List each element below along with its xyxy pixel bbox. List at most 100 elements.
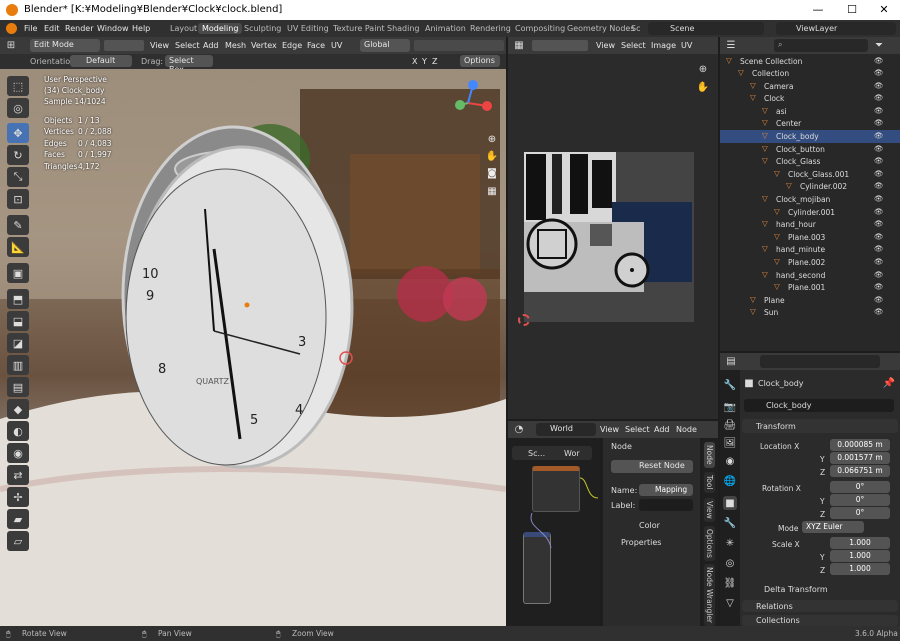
outliner-item[interactable]: ▽ Cylinder.001 👁 bbox=[720, 206, 900, 219]
outliner-item[interactable]: ▽ Clock_mojiban 👁 bbox=[720, 193, 900, 206]
constraints-tab-icon[interactable]: ⛓ bbox=[723, 576, 737, 590]
tab-sculpting[interactable]: Sculpting bbox=[240, 23, 285, 34]
outliner-item[interactable]: ▽ Plane 👁 bbox=[720, 294, 900, 307]
snapping-proportional-toggles[interactable] bbox=[414, 40, 504, 51]
scale-y-field[interactable]: 1.000 bbox=[830, 550, 890, 562]
transform-orientation-dropdown[interactable]: Global bbox=[360, 39, 410, 52]
outliner-item[interactable]: ▽ Clock_Glass 👁 bbox=[720, 155, 900, 168]
rotation-mode-dropdown[interactable]: XYZ Euler bbox=[802, 521, 864, 533]
close-button[interactable]: ✕ bbox=[868, 0, 900, 20]
knife-tool[interactable]: ▤ bbox=[7, 377, 29, 397]
location-y-field[interactable]: 0.001577 m bbox=[830, 452, 890, 464]
tab-modeling[interactable]: Modeling bbox=[198, 23, 243, 34]
scale-x-field[interactable]: 1.000 bbox=[830, 537, 890, 549]
outliner-item[interactable]: ▽ hand_minute 👁 bbox=[720, 243, 900, 256]
uv-menu-uv[interactable]: UV bbox=[681, 41, 692, 50]
visibility-icon[interactable]: 👁 bbox=[874, 219, 884, 228]
axis-z-toggle[interactable]: Z bbox=[432, 57, 437, 66]
tab-tool[interactable]: Tool bbox=[704, 472, 715, 493]
uv-zoom-icon[interactable]: ⊕ bbox=[696, 62, 710, 76]
axis-y-toggle[interactable]: Y bbox=[422, 57, 427, 66]
transform-panel-header[interactable]: Transform bbox=[742, 419, 898, 433]
node-menu-view[interactable]: View bbox=[600, 425, 619, 434]
visibility-icon[interactable]: 👁 bbox=[874, 156, 884, 165]
scale-tool[interactable]: ⤡ bbox=[7, 167, 29, 187]
view-layer-tab-icon[interactable]: 🖼 bbox=[723, 436, 737, 450]
inset-tool[interactable]: ⬓ bbox=[7, 311, 29, 331]
smooth-tool[interactable]: ◉ bbox=[7, 443, 29, 463]
output-tab-icon[interactable]: 🖨 bbox=[723, 418, 737, 432]
menu-select[interactable]: Select bbox=[175, 41, 200, 50]
menu-vertex[interactable]: Vertex bbox=[251, 41, 277, 50]
scene-selector[interactable]: Scene bbox=[648, 22, 764, 35]
menu-face[interactable]: Face bbox=[307, 41, 325, 50]
node-properties-panel[interactable]: Properties bbox=[621, 538, 661, 547]
maximize-button[interactable]: ☐ bbox=[836, 0, 868, 20]
tool-tab-icon[interactable]: 🔧 bbox=[723, 378, 737, 392]
minimize-button[interactable]: — bbox=[802, 0, 834, 20]
tab-node[interactable]: Node bbox=[704, 442, 715, 468]
outliner-search-input[interactable]: ⌕ bbox=[774, 39, 868, 52]
rotation-x-field[interactable]: 0° bbox=[830, 481, 890, 493]
navigation-gizmo[interactable] bbox=[450, 75, 500, 125]
uv-pan-hand-icon[interactable]: ✋ bbox=[696, 80, 710, 94]
edge-slide-tool[interactable]: ⇄ bbox=[7, 465, 29, 485]
pan-hand-icon[interactable]: ✋ bbox=[485, 149, 499, 163]
extrude-tool[interactable]: ⬒ bbox=[7, 289, 29, 309]
menu-mesh[interactable]: Mesh bbox=[225, 41, 246, 50]
view-layer-selector[interactable]: ViewLayer bbox=[776, 22, 896, 35]
render-tab-icon[interactable]: 📷 bbox=[723, 400, 737, 414]
mode-selector[interactable]: Edit Mode bbox=[30, 39, 100, 52]
outliner-item[interactable]: ▽ Clock_Glass.001 👁 bbox=[720, 168, 900, 181]
physics-tab-icon[interactable]: ◎ bbox=[723, 556, 737, 570]
visibility-icon[interactable]: 👁 bbox=[874, 181, 884, 190]
camera-view-icon[interactable]: ◙ bbox=[485, 166, 499, 180]
node-color-toggle[interactable]: Color bbox=[639, 521, 660, 530]
outliner-item[interactable]: ▽ Clock_button 👁 bbox=[720, 143, 900, 156]
properties-search-input[interactable] bbox=[760, 355, 880, 368]
node-menu-add[interactable]: Add bbox=[654, 425, 670, 434]
visibility-icon[interactable]: 👁 bbox=[874, 93, 884, 102]
menu-render[interactable]: Render bbox=[65, 24, 93, 33]
orientation-dropdown[interactable]: Default bbox=[70, 55, 132, 67]
node-menu-select[interactable]: Select bbox=[625, 425, 650, 434]
shear-tool[interactable]: ▰ bbox=[7, 509, 29, 529]
visibility-icon[interactable]: 👁 bbox=[874, 295, 884, 304]
outliner-item[interactable]: ▽ Center 👁 bbox=[720, 117, 900, 130]
visibility-icon[interactable]: 👁 bbox=[874, 270, 884, 279]
outliner-item[interactable]: ▽ Plane.001 👁 bbox=[720, 281, 900, 294]
tab-layout[interactable]: Layout bbox=[166, 23, 201, 34]
menu-edge[interactable]: Edge bbox=[282, 41, 302, 50]
tab-uv-editing[interactable]: UV Editing bbox=[283, 23, 333, 34]
node-label-field[interactable] bbox=[639, 499, 693, 511]
location-x-field[interactable]: 0.000085 m bbox=[830, 439, 890, 451]
tab-scripting[interactable]: Sc bbox=[627, 23, 644, 34]
select-box-tool[interactable]: ⬚ bbox=[7, 76, 29, 96]
visibility-icon[interactable]: 👁 bbox=[874, 131, 884, 140]
move-tool[interactable]: ✥ bbox=[7, 123, 29, 143]
tab-shading[interactable]: Shading bbox=[383, 23, 424, 34]
outliner-item[interactable]: ▽ Scene Collection 👁 bbox=[720, 55, 900, 68]
visibility-icon[interactable]: 👁 bbox=[874, 68, 884, 77]
node-editor-type-icon[interactable]: ◔ bbox=[512, 422, 526, 436]
outliner-item[interactable]: ▽ Plane.002 👁 bbox=[720, 256, 900, 269]
tab-rendering[interactable]: Rendering bbox=[466, 23, 515, 34]
visibility-icon[interactable]: 👁 bbox=[874, 169, 884, 178]
annotate-tool[interactable]: ✎ bbox=[7, 215, 29, 235]
cursor-tool[interactable]: ◎ bbox=[7, 98, 29, 118]
tab-texture-paint[interactable]: Texture Paint bbox=[329, 23, 389, 34]
node-editor-canvas[interactable]: Sc... Wor bbox=[508, 438, 600, 626]
relations-panel[interactable]: Relations bbox=[742, 600, 898, 612]
collections-panel[interactable]: Collections bbox=[742, 615, 898, 626]
tab-node-wrangler[interactable]: Node Wrangler bbox=[704, 564, 715, 626]
world-tab-icon[interactable]: 🌐 bbox=[723, 474, 737, 488]
measure-tool[interactable]: 📐 bbox=[7, 237, 29, 257]
uv-editor-canvas[interactable]: ⊕ ✋ bbox=[508, 54, 718, 419]
uv-menu-select[interactable]: Select bbox=[621, 41, 646, 50]
particles-tab-icon[interactable]: ✳ bbox=[723, 536, 737, 550]
scene-tab-icon[interactable]: ◉ bbox=[723, 454, 737, 468]
outliner-item[interactable]: ▽ Camera 👁 bbox=[720, 80, 900, 93]
outliner-item[interactable]: ▽ hand_hour 👁 bbox=[720, 218, 900, 231]
delta-transform-panel[interactable]: Delta Transform bbox=[750, 583, 898, 595]
rip-tool[interactable]: ▱ bbox=[7, 531, 29, 551]
